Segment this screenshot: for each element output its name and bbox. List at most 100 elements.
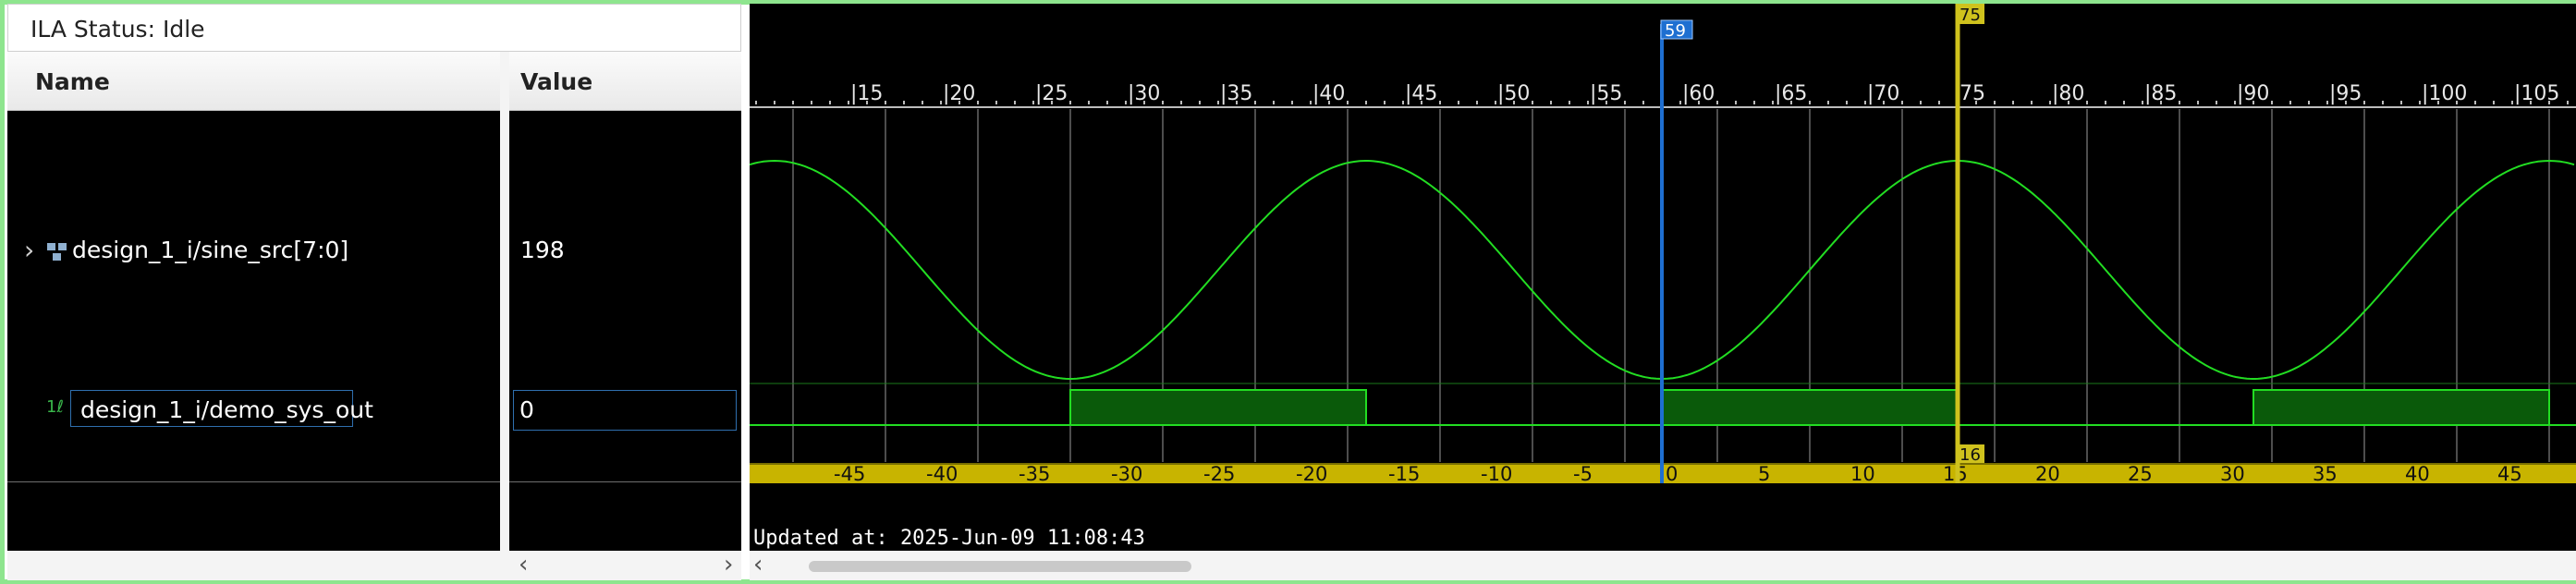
bottom-tick-label: -10 xyxy=(1481,463,1512,485)
ruler-minor-tick xyxy=(1827,101,1829,104)
top-tick-label: |20 xyxy=(943,82,975,105)
top-tick-label: |25 xyxy=(1035,82,1068,105)
column-divider[interactable] xyxy=(500,52,509,580)
value-column-label: Value xyxy=(520,68,593,95)
ruler-minor-tick xyxy=(2511,101,2513,104)
bottom-tick-label: 40 xyxy=(2405,463,2430,485)
ruler-minor-tick xyxy=(1217,101,1219,104)
ruler-minor-tick xyxy=(1014,101,1016,104)
bottom-tick-label: 15 xyxy=(1943,463,1968,485)
ruler-minor-tick xyxy=(1994,101,1996,104)
ruler-minor-tick xyxy=(940,101,942,104)
name-column-header[interactable]: Name xyxy=(7,52,500,111)
scrollbar-thumb[interactable] xyxy=(809,561,1191,572)
ruler-minor-tick xyxy=(2031,101,2033,104)
bottom-tick-label: -20 xyxy=(1296,463,1327,485)
ruler-minor-tick xyxy=(2197,101,2199,104)
expand-chevron-icon[interactable]: › xyxy=(24,235,34,265)
row-separator xyxy=(509,481,741,482)
ruler-minor-tick xyxy=(1642,101,1644,104)
waveform-canvas[interactable]: |15 |20 |25 |30 |35 |40 |45 |50 |55 |60 |65 |70 75 |8… xyxy=(750,4,2576,551)
signal-value: 198 xyxy=(520,237,565,263)
ruler-minor-tick xyxy=(2493,101,2495,104)
demo-sys-out-pulse xyxy=(2252,389,2550,426)
bottom-tick-label: 35 xyxy=(2313,463,2338,485)
ruler-minor-tick xyxy=(2363,101,2365,104)
value-horizontal-scrollbar[interactable]: ‹ › xyxy=(7,551,741,580)
ruler-minor-tick xyxy=(1809,101,1811,104)
signal-name: design_1_i/sine_src[7:0] xyxy=(72,237,349,263)
signal-name: design_1_i/demo_sys_out xyxy=(80,396,373,423)
bottom-tick-label: -25 xyxy=(1203,463,1235,485)
ruler-minor-tick xyxy=(2105,101,2106,104)
ruler-minor-tick xyxy=(1495,101,1496,104)
ruler-minor-tick xyxy=(1938,101,1940,104)
ruler-minor-tick xyxy=(2086,101,2088,104)
top-tick-label: |85 xyxy=(2144,82,2177,105)
ruler-minor-tick xyxy=(792,101,794,104)
ruler-minor-tick xyxy=(1162,101,1164,104)
bottom-tick-label: 30 xyxy=(2220,463,2245,485)
ruler-minor-tick xyxy=(995,101,997,104)
signal-name-selection: design_1_i/demo_sys_out xyxy=(70,390,373,427)
top-tick-label: |105 xyxy=(2514,82,2559,105)
top-tick-label: 75 xyxy=(1959,82,1985,105)
updated-timestamp: Updated at: 2025-Jun-09 11:08:43 xyxy=(753,527,1145,550)
bottom-tick-label: 25 xyxy=(2128,463,2153,485)
ruler-minor-tick xyxy=(1069,101,1071,104)
ila-status-bar: ILA Status: Idle xyxy=(7,4,741,52)
top-tick-label: |95 xyxy=(2329,82,2362,105)
ruler-minor-tick xyxy=(1864,101,1866,104)
scroll-left-arrow-icon[interactable]: ‹ xyxy=(519,551,528,578)
ruler-minor-tick xyxy=(885,101,886,104)
ruler-minor-tick xyxy=(1920,101,1922,104)
ruler-minor-tick xyxy=(1735,101,1737,104)
ruler-minor-tick xyxy=(2326,101,2328,104)
ruler-minor-tick xyxy=(2289,101,2291,104)
waveform-horizontal-scrollbar[interactable]: ‹ xyxy=(750,551,2576,580)
ruler-minor-tick xyxy=(1587,101,1589,104)
ruler-minor-tick xyxy=(1458,101,1459,104)
value-cell-selected[interactable]: 0 xyxy=(513,390,737,431)
ruler-minor-tick xyxy=(2179,101,2180,104)
signal-row-demo-sys-out[interactable]: 1ℓ design_1_i/demo_sys_out xyxy=(7,390,500,431)
waveform-panel[interactable]: |15 |20 |25 |30 |35 |40 |45 |50 |55 |60 |65 |70 75 |8… xyxy=(750,4,2576,580)
ruler-minor-tick xyxy=(1846,101,1848,104)
ruler-minor-tick xyxy=(1753,101,1755,104)
ruler-minor-tick xyxy=(1569,101,1570,104)
ruler-minor-tick xyxy=(1716,101,1718,104)
bottom-tick-label: 0 xyxy=(1666,463,1678,485)
top-tick-label: |40 xyxy=(1312,82,1345,105)
ruler-minor-tick xyxy=(2123,101,2125,104)
blue-cursor-label: 59 xyxy=(1665,21,1686,41)
ruler-minor-tick xyxy=(2142,101,2143,104)
ruler-minor-tick xyxy=(811,101,812,104)
bottom-tick-label: -35 xyxy=(1019,463,1050,485)
ruler-minor-tick xyxy=(1402,101,1404,104)
bottom-tick-label: 45 xyxy=(2497,463,2522,485)
demo-sys-out-pulse xyxy=(1069,389,1367,426)
ruler-minor-tick xyxy=(2012,101,2014,104)
ruler-minor-tick xyxy=(922,101,923,104)
ruler-minor-tick xyxy=(1772,101,1774,104)
ruler-minor-tick xyxy=(1125,101,1127,104)
ruler-minor-tick xyxy=(1180,101,1182,104)
bottom-tick-label: 10 xyxy=(1850,463,1875,485)
ruler-minor-tick xyxy=(1088,101,1090,104)
ruler-minor-tick xyxy=(2308,101,2310,104)
bus-icon xyxy=(47,243,67,261)
top-tick-label: |30 xyxy=(1128,82,1160,105)
scroll-left-arrow-icon[interactable]: ‹ xyxy=(753,551,763,578)
top-tick-label: |80 xyxy=(2052,82,2084,105)
top-tick-label: |15 xyxy=(850,82,883,105)
signal-row-sine-src[interactable]: › design_1_i/sine_src[7:0] xyxy=(7,231,500,272)
bottom-tick-label: -5 xyxy=(1573,463,1593,485)
value-column-header[interactable]: Value xyxy=(509,52,741,111)
ruler-minor-tick xyxy=(2567,101,2569,104)
bottom-tick-label: -15 xyxy=(1388,463,1420,485)
top-tick-label: |55 xyxy=(1590,82,1622,105)
scroll-right-arrow-icon[interactable]: › xyxy=(724,551,733,578)
bottom-tick-label: 5 xyxy=(1758,463,1770,485)
top-tick-label: |50 xyxy=(1497,82,1530,105)
ruler-minor-tick xyxy=(1310,101,1312,104)
